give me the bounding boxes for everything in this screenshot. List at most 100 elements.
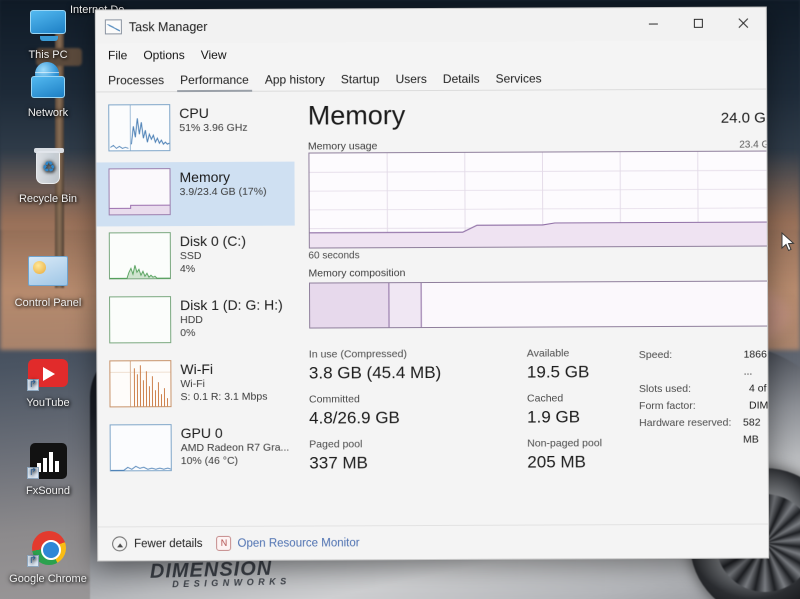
spec-row-hardware-reserved: Hardware reserved: 582 MB — [639, 414, 769, 449]
sidebar-item-gpu-0[interactable]: GPU 0 AMD Radeon R7 Gra... 10% (46 °C) — [98, 418, 296, 483]
stats-column-left: In use (Compressed) 3.8 GB (45.4 MB) Com… — [309, 347, 528, 483]
gpu-thumbnail-graph — [109, 424, 172, 472]
sidebar-item-disk-0[interactable]: Disk 0 (C:) SSD 4% — [97, 226, 295, 291]
tab-performance[interactable]: Performance — [172, 70, 257, 91]
shortcut-arrow-icon — [27, 555, 39, 567]
close-button[interactable] — [721, 8, 766, 39]
disk0-thumbnail-graph — [108, 232, 171, 280]
desktop-icon-label: FxSound — [25, 485, 71, 497]
spec-row-slots-used: Slots used: 4 of 4 — [639, 380, 769, 398]
network-icon — [25, 62, 71, 104]
sidebar-item-title: Memory — [179, 168, 231, 186]
memory-thumbnail-graph — [108, 168, 171, 216]
task-manager-icon — [104, 19, 122, 35]
chevron-up-circle-icon — [112, 536, 128, 552]
spec-key: Form factor: — [639, 399, 696, 413]
wifi-thumbnail-graph — [109, 360, 172, 408]
stats-column-middle: Available 19.5 GB Cached 1.9 GB Non-page… — [527, 346, 640, 481]
desktop-icon-label: This PC — [28, 49, 68, 61]
in-use-label: In use (Compressed) — [308, 348, 407, 361]
sidebar-item-title: GPU 0 — [180, 424, 223, 442]
spec-value: 1866 ... — [743, 348, 767, 378]
shortcut-arrow-icon — [27, 379, 39, 391]
tab-details[interactable]: Details — [435, 69, 488, 90]
menu-item-view[interactable]: View — [201, 48, 227, 62]
sidebar-item-sub1: 3.9/23.4 GB (17%) — [179, 185, 267, 199]
control-panel-icon — [25, 252, 71, 294]
task-manager-window[interactable]: Task Manager File Options View Processes… — [94, 6, 770, 562]
desktop-icon-google-chrome[interactable]: Google Chrome — [6, 528, 90, 586]
cpu-thumbnail-graph — [108, 104, 171, 152]
spec-value: 4 of 4 — [748, 382, 769, 395]
sidebar-item-sub1: SSD — [179, 250, 202, 263]
recycle-bin-icon — [25, 148, 71, 190]
cached-value: 1.9 GB — [527, 407, 581, 427]
sidebar-item-title: Disk 1 (D: G: H:) — [180, 296, 283, 314]
sidebar-item-title: CPU — [179, 104, 209, 122]
available-label: Available — [526, 347, 570, 360]
axis-label-left: 60 seconds — [308, 250, 360, 262]
tab-services[interactable]: Services — [488, 68, 550, 89]
sidebar-item-sub1: AMD Radeon R7 Gra... — [180, 441, 290, 455]
content-area: CPU 51% 3.96 GHz Memory 3.9/23.4 GB (17%… — [96, 89, 770, 560]
memory-statistics: In use (Compressed) 3.8 GB (45.4 MB) Com… — [309, 345, 769, 482]
panel-header: Memory 24.0 GB — [308, 97, 769, 131]
sidebar-item-disk-1[interactable]: Disk 1 (D: G: H:) HDD 0% — [97, 290, 295, 355]
committed-value: 4.8/26.9 GB — [309, 408, 400, 428]
spec-value: DIMM — [749, 399, 770, 412]
maximize-button[interactable] — [676, 8, 721, 39]
graph-caption: Memory usage — [307, 140, 378, 153]
fewer-details-label: Fewer details — [134, 537, 203, 550]
sidebar-item-wifi[interactable]: Wi-Fi Wi-Fi S: 0.1 R: 3.1 Mbps — [97, 354, 295, 419]
spec-key: Slots used: — [638, 382, 691, 396]
sidebar-item-memory[interactable]: Memory 3.9/23.4 GB (17%) — [96, 161, 295, 227]
spec-value: 582 MB — [742, 416, 761, 446]
desktop-icon-label: YouTube — [26, 397, 70, 409]
graph-axis-labels: 60 seconds 0 — [308, 248, 769, 261]
minimize-button[interactable] — [631, 8, 676, 39]
resource-monitor-icon: N — [216, 535, 232, 551]
memory-total: 24.0 GB — [720, 109, 770, 127]
open-resource-monitor-link[interactable]: N Open Resource Monitor — [216, 535, 360, 551]
sidebar-item-sub2: 4% — [179, 263, 196, 276]
cached-label: Cached — [527, 392, 564, 405]
sidebar-item-cpu[interactable]: CPU 51% 3.96 GHz — [96, 98, 294, 163]
memory-composition-bar[interactable] — [308, 280, 770, 329]
fewer-details-button[interactable]: Fewer details — [112, 536, 203, 552]
menu-item-file[interactable]: File — [108, 48, 127, 62]
desktop-icon-label: Control Panel — [14, 297, 82, 309]
tab-startup[interactable]: Startup — [333, 69, 388, 90]
tab-bar: Processes Performance App history Startu… — [96, 64, 767, 93]
non-paged-pool-label: Non-paged pool — [527, 437, 603, 450]
spec-key: Hardware reserved: — [639, 416, 732, 430]
fxsound-icon — [25, 440, 71, 482]
sidebar-item-sub1: 51% 3.96 GHz — [179, 121, 248, 135]
google-chrome-icon — [25, 528, 71, 570]
menu-item-options[interactable]: Options — [143, 48, 184, 62]
mouse-cursor — [781, 232, 795, 252]
tab-app-history[interactable]: App history — [257, 69, 333, 90]
menu-bar: File Options View — [96, 41, 766, 68]
sidebar-item-title: Disk 0 (C:) — [179, 232, 246, 250]
shortcut-arrow-icon — [27, 467, 39, 479]
tab-processes[interactable]: Processes — [100, 70, 172, 91]
in-use-value: 3.8 GB (45.4 MB) — [308, 362, 442, 383]
tab-users[interactable]: Users — [388, 69, 435, 90]
window-title: Task Manager — [128, 19, 208, 34]
performance-sidebar: CPU 51% 3.96 GHz Memory 3.9/23.4 GB (17%… — [96, 92, 296, 560]
wallpaper-livery-text: DIMENSION DESIGNWORKS — [150, 558, 291, 590]
disk1-thumbnail-graph — [109, 296, 172, 344]
sidebar-item-sub1: Wi-Fi — [180, 377, 205, 391]
spec-key: Speed: — [638, 348, 673, 362]
this-pc-icon — [25, 4, 71, 46]
paged-pool-value: 337 MB — [309, 453, 368, 473]
open-resource-monitor-label: Open Resource Monitor — [237, 536, 360, 550]
title-bar[interactable]: Task Manager — [95, 7, 766, 44]
desktop-icon-label: Google Chrome — [9, 573, 87, 585]
spec-row-speed: Speed: 1866 ... — [639, 346, 769, 381]
graph-max-label: 23.4 GB — [739, 139, 770, 151]
memory-usage-chart[interactable] — [307, 150, 770, 249]
sidebar-item-sub2: 0% — [180, 327, 196, 340]
paged-pool-label: Paged pool — [309, 438, 363, 451]
window-footer: Fewer details N Open Resource Monitor — [98, 523, 769, 561]
